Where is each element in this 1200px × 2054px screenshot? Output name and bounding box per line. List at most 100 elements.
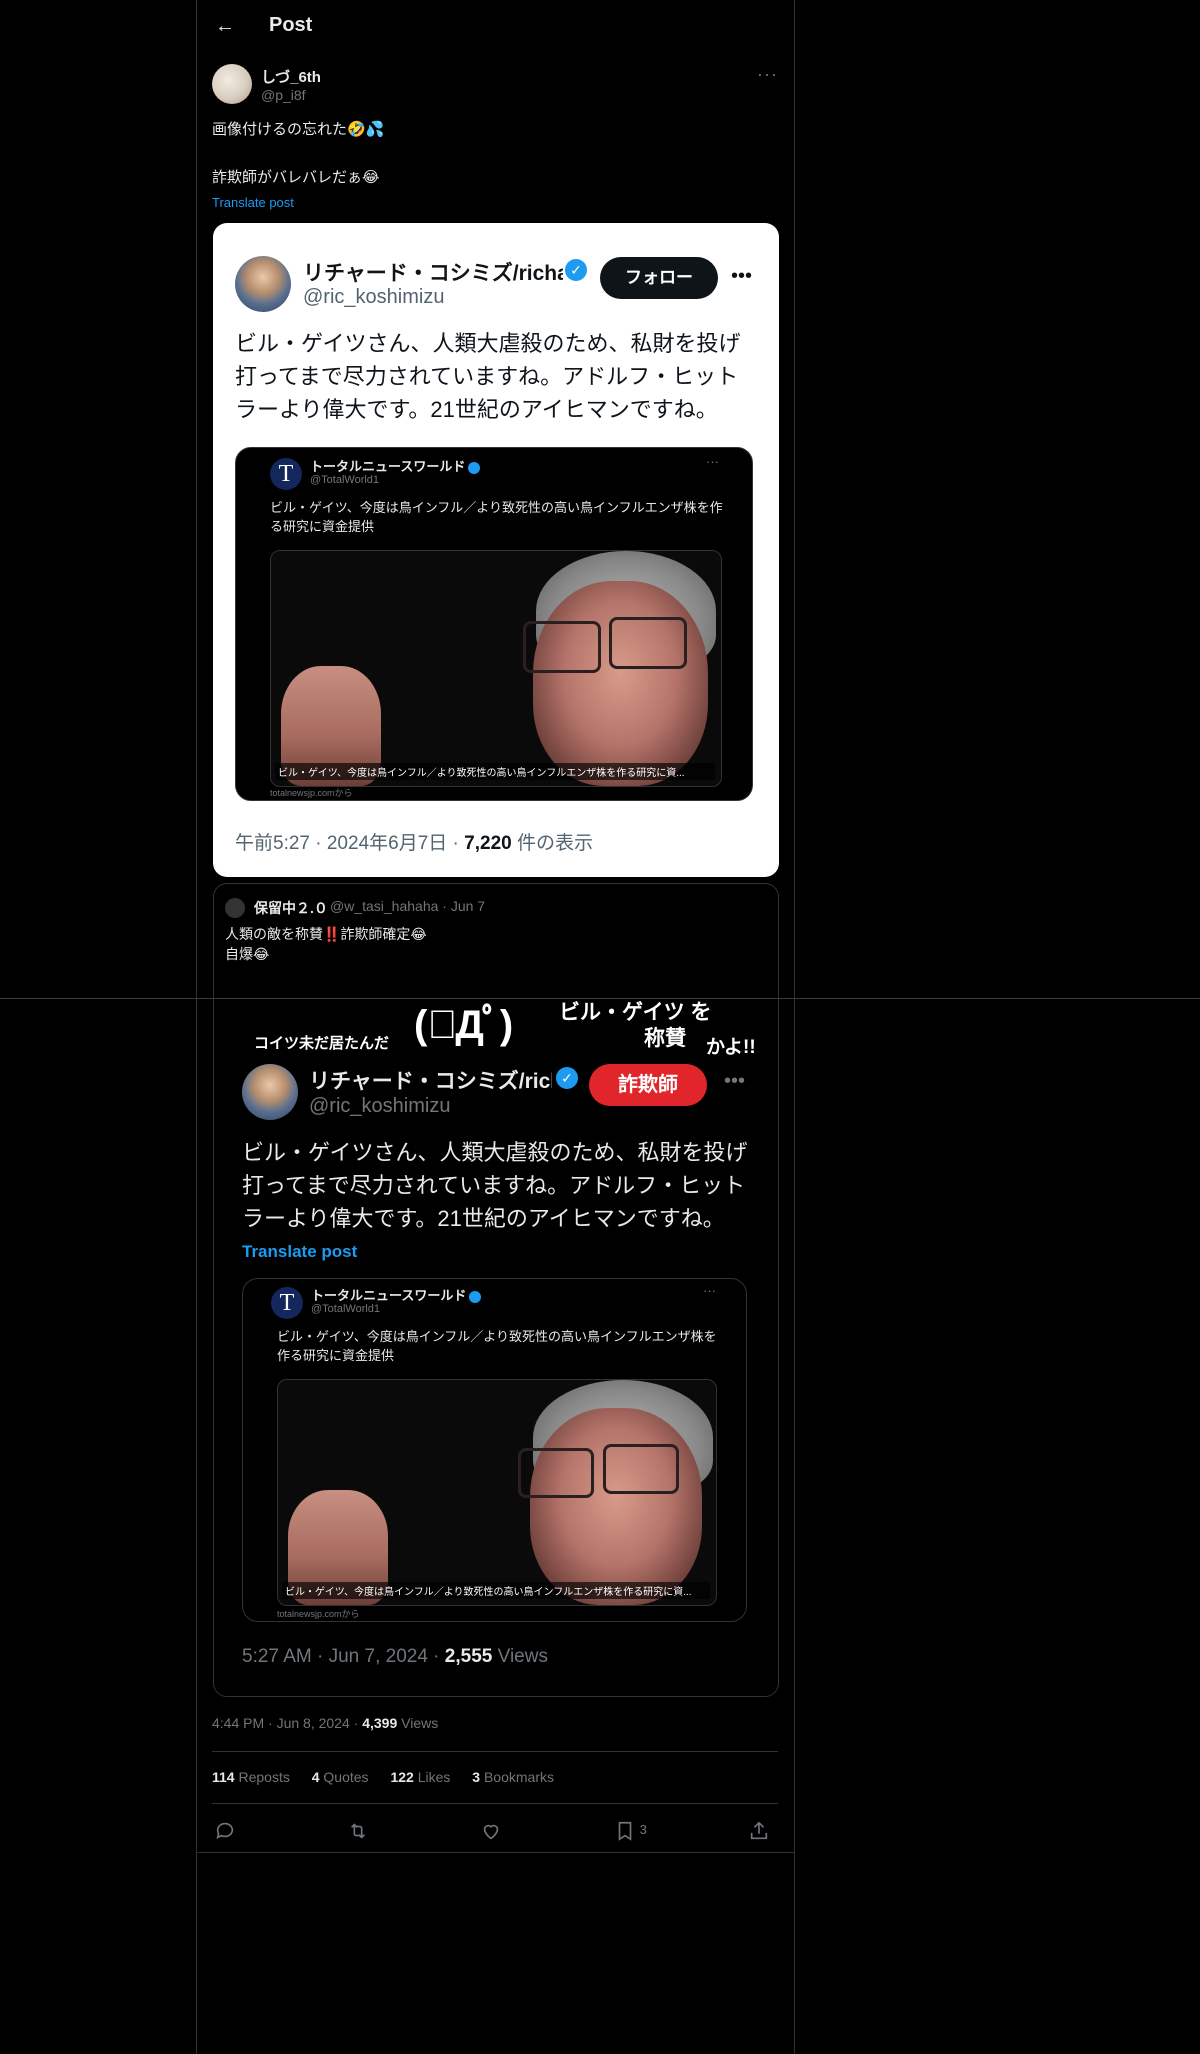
overlay-kaomoji: (ﾟДﾟ)	[414, 1003, 513, 1047]
page-header: ← Post	[197, 0, 794, 53]
overlay-text-2: ビル・ゲイツ を	[559, 1001, 712, 1024]
reply-button[interactable]	[214, 1814, 236, 1846]
card1-quoted-tweet: T トータルニュースワールド @TotalWorld1 ··· ビル・ゲイツ、今…	[235, 447, 753, 801]
photo-caption: ビル・ゲイツ、今度は鳥インフル／より致死性の高い鳥インフルエンザ株を作る研究に資…	[282, 1582, 710, 1599]
bookmarks-label: Bookmarks	[480, 1769, 554, 1785]
card2-more-icon: •••	[724, 1070, 746, 1092]
card2-text: ビル・ゲイツさん、人類大虐殺のため、私財を投げ打ってまで尽力されていますね。アド…	[242, 1140, 748, 1231]
page-title: Post	[269, 14, 313, 36]
card2-name: リチャード・コシミズ/richard	[309, 1070, 552, 1093]
bookmarks-count: 3	[472, 1769, 481, 1785]
divider	[197, 1852, 794, 1853]
likes-count: 122	[390, 1769, 414, 1785]
card1-more-icon: •••	[731, 265, 753, 287]
photo-glasses-right	[603, 1444, 679, 1494]
attached-image-1[interactable]: リチャード・コシミズ/richard ✓ @ric_koshimizu フォロー…	[213, 223, 779, 877]
verified-badge-icon: ✓	[556, 1067, 578, 1089]
card2-fraud-label: 詐欺師	[589, 1064, 707, 1106]
reposts-stat[interactable]: 114 Reposts	[212, 1769, 290, 1785]
post-timestamp: 4:44 PM · Jun 8, 2024 · 4,399 Views	[212, 1715, 438, 1731]
quoted-more-icon: ···	[703, 1283, 716, 1298]
back-arrow-icon[interactable]: ←	[211, 12, 239, 40]
repost-button[interactable]	[347, 1814, 369, 1846]
reply-author-handle: @w_tasi_hahaha · Jun 7	[330, 898, 486, 914]
card1-follow-button: フォロー	[600, 257, 718, 299]
verified-badge-icon	[468, 461, 481, 474]
reply-text-a: 人類の敵を称賛	[225, 926, 323, 942]
card1-meta-suffix: 件の表示	[511, 833, 593, 854]
horizontal-guide-line	[0, 998, 1200, 999]
bookmark-icon	[618, 1821, 632, 1841]
reposts-label: Reposts	[234, 1769, 290, 1785]
photo-caption: ビル・ゲイツ、今度は鳥インフル／より致死性の高い鳥インフルエンザ株を作る研究に資…	[275, 763, 715, 780]
quoted-text: ビル・ゲイツ、今度は鳥インフル／より致死性の高い鳥インフルエンザ株を作る研究に資…	[270, 500, 723, 534]
reposts-count: 114	[212, 1769, 235, 1785]
card2-translate-link: Translate post	[242, 1242, 358, 1261]
card2-meta: 5:27 AM · Jun 7, 2024 · 2,555 Views	[242, 1646, 548, 1668]
quotes-stat[interactable]: 4 Quotes	[312, 1769, 369, 1785]
card1-avatar	[235, 256, 291, 312]
engagement-stats: 114 Reposts 4 Quotes 122 Likes 3 Bookmar…	[212, 1769, 554, 1785]
reply-icon	[216, 1822, 234, 1839]
card1-name: リチャード・コシミズ/richard	[303, 262, 563, 285]
repost-icon	[350, 1822, 366, 1839]
main-column: ← Post しづ_6th @p_i8f ··· 画像付けるの忘れた🤣💦 詐欺師…	[196, 0, 795, 2054]
verified-badge-icon	[469, 1290, 482, 1303]
share-button[interactable]	[748, 1814, 770, 1846]
quoted-handle: @TotalWorld1	[311, 1303, 381, 1315]
quoted-photo: ビル・ゲイツ、今度は鳥インフル／より致死性の高い鳥インフルエンザ株を作る研究に資…	[277, 1379, 717, 1606]
quoted-photo: ビル・ゲイツ、今度は鳥インフル／より致死性の高い鳥インフルエンザ株を作る研究に資…	[270, 550, 722, 787]
card1-meta: 午前5:27 · 2024年6月7日 · 7,220 件の表示	[235, 828, 593, 855]
like-button[interactable]	[480, 1814, 502, 1846]
quoted-more-icon: ···	[706, 454, 719, 469]
post-text-line-1: 画像付けるの忘れた🤣💦	[212, 121, 385, 138]
avatar[interactable]	[212, 64, 252, 104]
verified-badge-icon: ✓	[565, 259, 587, 281]
quoted-reply-card[interactable]: 保留中２.０ @w_tasi_hahaha · Jun 7 人類の敵を称賛‼️詐…	[213, 883, 779, 1697]
quoted-name: トータルニュースワールド	[310, 456, 481, 475]
translate-post-link[interactable]: Translate post	[212, 195, 294, 210]
likes-stat[interactable]: 122 Likes	[390, 1769, 450, 1785]
author-name[interactable]: しづ_6th	[261, 66, 321, 87]
reply-avatar	[225, 898, 245, 918]
reply-text: 人類の敵を称賛‼️詐欺師確定😂 自爆😂	[225, 924, 427, 964]
photo-face	[530, 1408, 702, 1605]
divider	[212, 1751, 778, 1752]
card2-avatar	[242, 1064, 298, 1120]
more-options-icon[interactable]: ···	[757, 64, 778, 85]
action-bar: 3	[212, 1814, 778, 1846]
bookmark-button[interactable]: 3	[614, 1814, 647, 1846]
author-handle[interactable]: @p_i8f	[261, 87, 306, 103]
quoted-source: totalnewsjp.comから	[277, 1609, 360, 1619]
reply-exclamation-icon: ‼️	[323, 926, 341, 942]
quoted-name: トータルニュースワールド	[311, 1285, 482, 1304]
photo-glasses-right	[609, 617, 687, 669]
quoted-text: ビル・ゲイツ、今度は鳥インフル／より致死性の高い鳥インフルエンザ株を作る研究に資…	[277, 1329, 717, 1363]
bookmarks-stat[interactable]: 3 Bookmarks	[472, 1769, 554, 1785]
reply-text-b: 詐欺師確定😂	[340, 926, 427, 942]
card1-meta-time: 午前5:27 · 2024年6月7日 ·	[235, 833, 465, 854]
overlay-text-1: コイツ未だ居たんだ	[254, 1035, 390, 1052]
post-views-label: Views	[397, 1715, 439, 1731]
quoted-handle: @TotalWorld1	[310, 474, 380, 486]
reply-author-name: 保留中２.０	[254, 900, 328, 916]
overlay-text-4: かよ!!	[706, 1037, 756, 1058]
quotes-count: 4	[311, 1769, 320, 1785]
post-text-line-2: 詐欺師がバレバレだぁ😂	[212, 169, 380, 186]
divider	[212, 1803, 778, 1804]
card1-handle: @ric_koshimizu	[303, 286, 445, 308]
card2-quoted-tweet: T トータルニュースワールド @TotalWorld1 ··· ビル・ゲイツ、今…	[242, 1278, 747, 1622]
card2-meta-suffix: Views	[492, 1646, 548, 1667]
photo-glasses-left	[523, 621, 601, 673]
share-icon	[750, 1821, 768, 1839]
post-time[interactable]: 4:44 PM · Jun 8, 2024 ·	[212, 1715, 362, 1731]
quoted-name-text: トータルニュースワールド	[311, 1288, 467, 1303]
card2-meta-views: 2,555	[444, 1646, 493, 1667]
card1-meta-views: 7,220	[464, 833, 512, 854]
quotes-label: Quotes	[319, 1769, 369, 1785]
overlay-text-3: 称賛	[644, 1027, 686, 1050]
likes-label: Likes	[413, 1769, 451, 1785]
photo-glasses-left	[518, 1448, 594, 1498]
heart-icon	[483, 1824, 499, 1839]
quoted-name-text: トータルニュースワールド	[310, 459, 466, 474]
